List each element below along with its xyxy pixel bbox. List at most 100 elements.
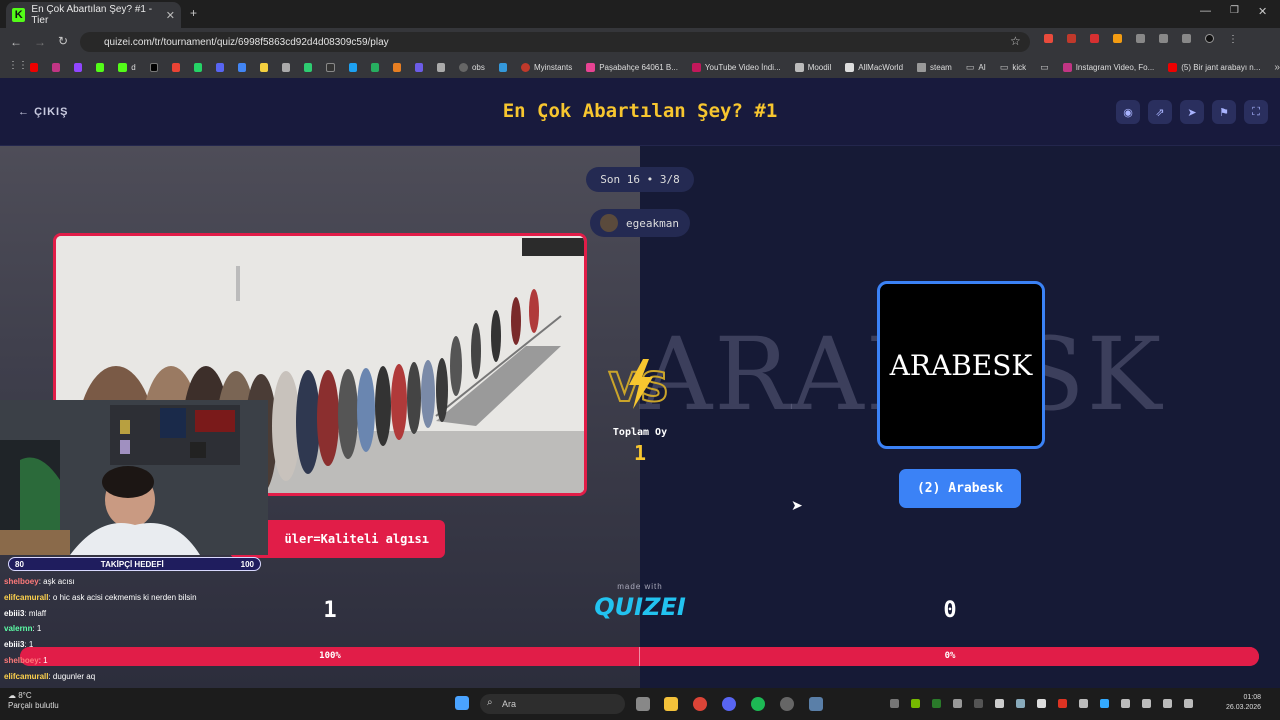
- minimize-icon[interactable]: —: [1200, 5, 1211, 17]
- extension-icon[interactable]: [1159, 34, 1168, 43]
- forward-icon[interactable]: →: [34, 35, 46, 49]
- new-tab-icon[interactable]: +: [190, 6, 197, 20]
- tiktok-bookmark-icon[interactable]: [149, 62, 158, 72]
- tray-icon[interactable]: [953, 699, 962, 708]
- bookmark-kick-d[interactable]: d: [118, 62, 136, 72]
- reload-icon[interactable]: ↻: [58, 34, 68, 48]
- flag-icon[interactable]: ⚑: [1212, 100, 1236, 124]
- adblock-icon[interactable]: [1067, 34, 1076, 43]
- weather-widget[interactable]: ☁ 8°C Parçalı bulutlu: [8, 691, 59, 711]
- menu-kebab-icon[interactable]: ⋮: [1228, 34, 1238, 45]
- chat-message: elifcamurall: dugunler aq: [0, 669, 270, 685]
- restore-icon[interactable]: ❐: [1230, 5, 1239, 16]
- share-icon[interactable]: ⇗: [1148, 100, 1172, 124]
- discord-bookmark-icon[interactable]: [216, 62, 225, 72]
- window-close-icon[interactable]: ✕: [1258, 5, 1267, 18]
- wifi-icon[interactable]: [1163, 699, 1172, 708]
- bookmark-icon[interactable]: [304, 62, 313, 72]
- bookmark-icon[interactable]: [392, 62, 401, 72]
- nvidia-icon[interactable]: [911, 699, 920, 708]
- taskbar-clock[interactable]: 01:08 26.03.2026: [1226, 693, 1261, 713]
- chat-text: : mlaff: [24, 608, 47, 618]
- chat-message: valernn: 1: [0, 621, 270, 637]
- taskbar-search[interactable]: ⌕ Ara: [480, 694, 625, 714]
- bluetooth-icon[interactable]: [1100, 699, 1109, 708]
- streamer-webcam: [0, 400, 268, 555]
- bookmark-icon[interactable]: [260, 62, 269, 72]
- windows-start-icon[interactable]: [455, 696, 469, 710]
- tray-icon[interactable]: [1142, 699, 1151, 708]
- folder-icon[interactable]: ▭: [1040, 62, 1049, 73]
- close-tab-icon[interactable]: ✕: [166, 9, 175, 22]
- chrome-icon[interactable]: [693, 697, 707, 711]
- cloud-bookmark-icon[interactable]: [282, 62, 291, 72]
- app-icon[interactable]: [809, 697, 823, 711]
- bookmark-youtube-jant[interactable]: (5) Bir jant arabayı n...: [1168, 62, 1260, 72]
- browser-tab[interactable]: K En Çok Abartılan Şey? #1 - Tier ✕: [6, 2, 181, 28]
- bookmark-moodil[interactable]: Moodil: [794, 62, 831, 72]
- password-icon[interactable]: [1182, 34, 1191, 43]
- gmail-bookmark-icon[interactable]: [171, 62, 181, 72]
- profile-avatar-icon[interactable]: [1205, 34, 1214, 43]
- puzzle-icon[interactable]: [1136, 34, 1145, 43]
- kick-bookmark-icon[interactable]: [96, 62, 105, 72]
- bookmark-icon[interactable]: [436, 62, 445, 72]
- bookmark-icon[interactable]: [348, 62, 357, 72]
- discord-icon[interactable]: [722, 697, 736, 711]
- fullscreen-icon[interactable]: ⛶: [1244, 100, 1268, 124]
- bookmark-pasabahce[interactable]: Paşabahçe 64061 B...: [586, 62, 678, 72]
- volume-icon[interactable]: [1184, 699, 1193, 708]
- bookmark-steam[interactable]: steam: [917, 62, 952, 72]
- file-explorer-icon[interactable]: [664, 697, 678, 711]
- chat-text: : aşk acısı: [38, 577, 75, 586]
- extension-icon[interactable]: [1044, 34, 1053, 43]
- tray-icon[interactable]: [1037, 699, 1046, 708]
- mic-icon[interactable]: [1121, 699, 1130, 708]
- bookmark-icon[interactable]: [238, 62, 247, 72]
- goal-current: 80: [15, 559, 24, 569]
- tray-icon[interactable]: [995, 699, 1004, 708]
- extension-icon[interactable]: [1113, 34, 1122, 43]
- right-contender-image[interactable]: ARABESK: [877, 281, 1045, 449]
- mouse-cursor-icon: ➤: [791, 497, 803, 513]
- steam-icon[interactable]: [1016, 699, 1025, 708]
- tray-icon[interactable]: [974, 699, 983, 708]
- bookmark-icon[interactable]: [498, 62, 507, 72]
- bookmarks-bar: d obs Myinstants Paşabahçe 64061 B... Yo…: [0, 56, 1280, 78]
- obs-icon[interactable]: [780, 697, 794, 711]
- bookmark-obs[interactable]: obs: [458, 62, 485, 72]
- eye-icon[interactable]: ◉: [1116, 100, 1140, 124]
- extension-icon[interactable]: [1090, 34, 1099, 43]
- tray-icon[interactable]: [932, 699, 941, 708]
- spotify-icon[interactable]: [751, 697, 765, 711]
- twitch-bookmark-icon[interactable]: [74, 62, 83, 72]
- bookmark-folder-kick[interactable]: ▭ kick: [1000, 62, 1026, 73]
- bookmark-folder-ai[interactable]: ▭ AI: [966, 62, 986, 73]
- round-indicator: Son 16 • 3/8: [586, 167, 694, 192]
- bookmark-icon[interactable]: [326, 62, 335, 72]
- tray-icon[interactable]: [1058, 699, 1067, 708]
- youtube-bookmark-icon[interactable]: [30, 62, 39, 72]
- bookmark-myinstants[interactable]: Myinstants: [520, 62, 572, 72]
- back-icon[interactable]: ←: [10, 35, 22, 49]
- url-text: quizei.com/tr/tournament/quiz/6998f5863c…: [104, 36, 389, 48]
- right-contender-button[interactable]: (2) Arabesk: [899, 469, 1021, 508]
- tray-icon[interactable]: [1079, 699, 1088, 708]
- bookmark-allmacworld[interactable]: AllMacWorld: [845, 62, 903, 72]
- instagram-bookmark-icon[interactable]: [52, 62, 61, 72]
- more-bookmarks-icon[interactable]: »: [1274, 62, 1280, 73]
- send-icon[interactable]: ➤: [1180, 100, 1204, 124]
- bookmark-instagram-video[interactable]: Instagram Video, Fo...: [1062, 62, 1154, 72]
- vs-lightning-icon: VS: [608, 359, 670, 411]
- task-view-icon[interactable]: [636, 697, 650, 711]
- tray-icon[interactable]: [890, 699, 899, 708]
- url-field[interactable]: quizei.com/tr/tournament/quiz/6998f5863c…: [80, 32, 1030, 52]
- bookmark-icon[interactable]: [414, 62, 423, 72]
- system-tray: [890, 699, 1193, 708]
- apps-grid-icon[interactable]: ⋮⋮: [8, 60, 28, 71]
- made-with-label: made with: [617, 582, 663, 591]
- bookmark-star-icon[interactable]: ☆: [1010, 34, 1021, 48]
- bookmark-youtube-downloader[interactable]: YouTube Video İndi...: [691, 62, 781, 72]
- play-bookmark-icon[interactable]: [370, 62, 379, 72]
- whatsapp-bookmark-icon[interactable]: [194, 62, 203, 72]
